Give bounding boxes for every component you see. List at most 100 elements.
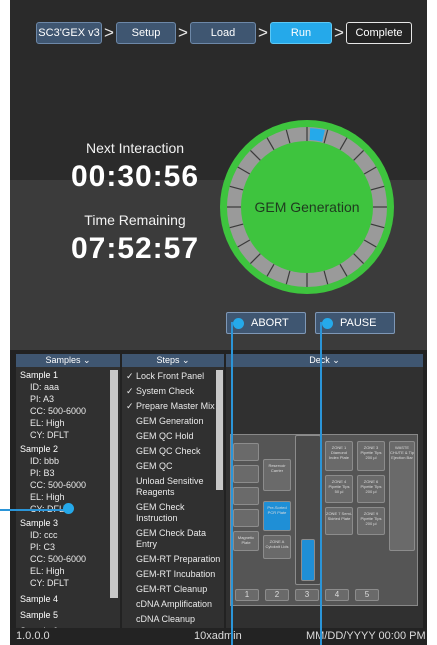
chevron-right-icon: >: [258, 23, 268, 42]
step-label: GEM Check Data Entry: [136, 528, 207, 549]
next-interaction-label: Next Interaction: [85, 140, 185, 156]
deck-zone-magnetic: Magnetic Plate: [233, 531, 259, 551]
chevron-right-icon: >: [178, 23, 188, 42]
step-item[interactable]: GEM-RT Cleanup: [124, 582, 222, 597]
step-label: GEM-RT Preparation: [136, 554, 221, 564]
sample-detail: PI: A3: [30, 394, 55, 404]
deck-zone-cytoknit: ZONE A Cytoknit Lids: [263, 535, 291, 559]
step-item[interactable]: cDNA Amplification: [124, 597, 222, 612]
samples-list: Sample 1 ID: aaa PI: A3 CC: 500-6000 EL: Hig…: [16, 367, 120, 628]
workflow-step-load[interactable]: Load: [190, 22, 256, 44]
samples-panel-header[interactable]: Samples ⌄: [16, 354, 120, 367]
deck-zone: [233, 509, 259, 527]
deck-position-number: 3: [295, 589, 319, 601]
workflow-bar: SC3'GEX v3 > Setup > Load > Run > Comple…: [10, 0, 427, 60]
deck-position-number: 1: [235, 589, 259, 601]
chevron-right-icon: >: [104, 23, 114, 42]
samples-callout-marker-icon: [63, 503, 74, 514]
samples-panel: Samples ⌄ Sample 1 ID: aaa PI: A3 CC: 500-6…: [16, 354, 120, 628]
samples-scrollbar[interactable]: [110, 370, 118, 598]
sample-detail: CY: DFLT: [30, 430, 69, 440]
pause-marker-icon: [322, 318, 333, 329]
deck-layout: Magnetic Plate Reservoir Carrier Pre-Sor…: [230, 434, 418, 606]
step-label: GEM-RT Cleanup: [136, 584, 208, 594]
deck-panel-header[interactable]: Deck ⌄: [226, 354, 423, 367]
sample-detail: EL: High: [30, 566, 65, 576]
deck-zone-reservoir: Reservoir Carrier: [263, 459, 291, 491]
time-remaining-time: 07:52:57: [70, 232, 200, 265]
check-icon: ✓: [126, 386, 137, 396]
instrument-screen: SC3'GEX v3 > Setup > Load > Run > Comple…: [10, 0, 427, 645]
sample-detail: CC: 500-6000: [30, 554, 87, 564]
workflow-step-complete[interactable]: Complete: [346, 22, 412, 44]
sample-detail: PI: B3: [30, 468, 55, 478]
step-item[interactable]: GEM QC: [124, 459, 222, 474]
deck-zone-6: ZONE 6 Pipette Tips 200 µl: [357, 475, 385, 503]
deck-panel: Deck ⌄ Magnetic Plate Reservoir Carrier …: [226, 354, 423, 628]
step-item[interactable]: cDNA Cleanup: [124, 612, 222, 627]
deck-zone: [233, 443, 259, 461]
step-item[interactable]: GEM QC Check: [124, 444, 222, 459]
samples-callout-line: [0, 509, 68, 511]
pause-button-label: PAUSE: [340, 317, 377, 329]
step-item[interactable]: ✓ Prepare Master Mix: [124, 399, 222, 414]
check-icon: ✓: [126, 401, 137, 411]
step-label: GEM Generation: [136, 416, 204, 426]
time-remaining-label: Time Remaining: [84, 212, 186, 228]
step-label: GEM QC Check: [136, 446, 201, 456]
check-icon: ✓: [126, 371, 137, 381]
status-footer: 1.0.0.0 10xadmin MM/DD/YYYY 00:00 PM: [10, 628, 427, 645]
sample-title[interactable]: Sample 1: [20, 369, 116, 381]
step-label: cDNA Cleanup: [136, 614, 196, 624]
software-version: 1.0.0.0: [16, 630, 50, 642]
next-interaction-time: 00:30:56: [70, 160, 200, 193]
step-item[interactable]: GEM QC Hold: [124, 429, 222, 444]
pause-button[interactable]: PAUSE: [315, 312, 395, 334]
progress-ring: GEM Generation: [220, 120, 394, 294]
step-label: GEM QC Hold: [136, 431, 194, 441]
abort-marker-icon: [233, 318, 244, 329]
deck-zone-pcr-plate: Pre-Sorted PCR Plate: [263, 501, 291, 531]
deck-zone-selected: [301, 539, 315, 581]
sample-detail: CC: 500-6000: [30, 480, 87, 490]
step-item[interactable]: ✓ System Check: [124, 384, 222, 399]
sample-detail: CY: DFLT: [30, 578, 69, 588]
step-label: GEM-RT Incubation: [136, 569, 216, 579]
steps-panel-header[interactable]: Steps ⌄: [122, 354, 224, 367]
sample-title[interactable]: Sample 3: [20, 517, 116, 529]
step-label: GEM Check Instruction: [136, 502, 185, 523]
sample-title[interactable]: Sample 4: [20, 593, 116, 605]
step-item[interactable]: GEM-RT Preparation: [124, 552, 222, 567]
workflow-step-run[interactable]: Run: [270, 22, 332, 44]
sample-detail: EL: High: [30, 492, 65, 502]
sample-detail: PI: C3: [30, 542, 56, 552]
step-label: GEM QC: [136, 461, 173, 471]
step-item[interactable]: Unload Sensitive Reagents: [124, 474, 222, 500]
date-time: MM/DD/YYYY 00:00 PM: [306, 630, 426, 642]
workflow-step-sc3gex[interactable]: SC3'GEX v3: [36, 22, 102, 44]
pause-callout-line: [320, 322, 322, 645]
step-item[interactable]: GEM-RT Incubation: [124, 567, 222, 582]
bottom-panels: Samples ⌄ Sample 1 ID: aaa PI: A3 CC: 500-6…: [10, 350, 427, 628]
deck-position-number: 5: [355, 589, 379, 601]
abort-button[interactable]: ABORT: [226, 312, 306, 334]
step-label: System Check: [136, 386, 195, 396]
deck-zone-7: ZONE 7 Semi-Skirted Plate: [325, 507, 353, 535]
deck-zone: [233, 487, 259, 505]
steps-scrollbar[interactable]: [216, 370, 223, 490]
step-label: cDNA Amplification: [136, 599, 213, 609]
steps-list: ✓ Lock Front Panel ✓ System Check ✓ Prepar…: [122, 367, 224, 628]
sample-detail: CC: 500-6000: [30, 406, 87, 416]
sample-title[interactable]: Sample 5: [20, 609, 116, 621]
deck-zone: [233, 465, 259, 483]
step-item[interactable]: GEM Check Data Entry: [124, 526, 222, 552]
deck-zone-9: ZONE 9 Pipette Tips 200 µl: [357, 507, 385, 535]
step-item[interactable]: GEM Generation: [124, 414, 222, 429]
sample-title[interactable]: Sample 2: [20, 443, 116, 455]
workflow-step-setup[interactable]: Setup: [116, 22, 176, 44]
step-label: Lock Front Panel: [136, 371, 205, 381]
abort-callout-line: [231, 322, 233, 645]
deck-position-number: 4: [325, 589, 349, 601]
step-item[interactable]: GEM Check Instruction: [124, 500, 222, 526]
step-item[interactable]: ✓ Lock Front Panel: [124, 369, 222, 384]
